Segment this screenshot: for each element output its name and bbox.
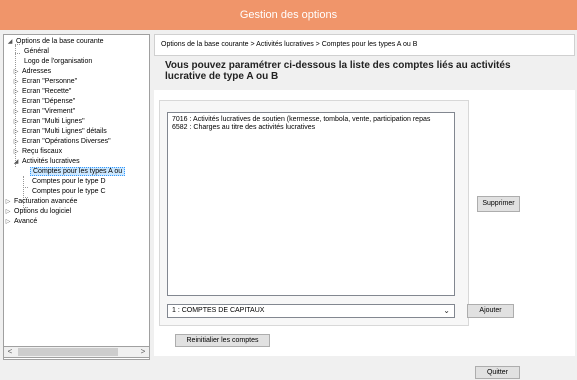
expand-icon[interactable]: ▷ bbox=[12, 78, 20, 87]
collapse-icon[interactable]: ◢ bbox=[6, 38, 14, 47]
scroll-thumb[interactable] bbox=[18, 348, 118, 356]
expand-icon[interactable]: ▷ bbox=[4, 208, 12, 217]
list-item[interactable]: 6582 : Charges au titre des activités lu… bbox=[168, 124, 454, 132]
tree-connector bbox=[15, 53, 20, 54]
tree-item-comptes-types-a-b[interactable]: Comptes pour les types A ou bbox=[30, 167, 126, 176]
quitter-button[interactable]: Quitter bbox=[475, 366, 520, 379]
expand-icon[interactable]: ▷ bbox=[12, 68, 20, 77]
tree-item-avance[interactable]: ▷ Avancé bbox=[4, 217, 39, 226]
account-select[interactable]: 1 : COMPTES DE CAPITAUX ⌄ bbox=[167, 304, 455, 318]
expand-icon[interactable]: ▷ bbox=[12, 98, 20, 107]
tree-item-activites-lucratives[interactable]: ◢ Activités lucratives bbox=[12, 157, 82, 166]
tree-item-recu-fiscaux[interactable]: ▷ Reçu fiscaux bbox=[12, 147, 64, 156]
title-bar: Gestion des options bbox=[0, 0, 577, 30]
tree-item-ecran-virement[interactable]: ▷ Ecran "Virement" bbox=[12, 107, 77, 116]
list-item[interactable]: 7016 : Activités lucratives de soutien (… bbox=[168, 116, 454, 124]
tree-item-options-base[interactable]: ◢ Options de la base courante bbox=[6, 37, 106, 46]
tree-item-ecran-operations-diverses[interactable]: ▷ Ecran "Opérations Diverses" bbox=[12, 137, 113, 146]
expand-icon[interactable]: ▷ bbox=[4, 218, 12, 227]
supprimer-button[interactable]: Supprimer bbox=[477, 196, 520, 212]
account-select-value: 1 : COMPTES DE CAPITAUX bbox=[172, 307, 265, 314]
ajouter-button[interactable]: Ajouter bbox=[467, 304, 514, 318]
scroll-right-arrow-icon[interactable]: > bbox=[137, 347, 149, 357]
tree-item-facturation-avancee[interactable]: ▷ Facturation avancée bbox=[4, 197, 79, 206]
reinitialiser-button[interactable]: Reinitialier les comptes bbox=[175, 334, 270, 347]
tree-connector bbox=[23, 187, 28, 188]
tree-item-ecran-depense[interactable]: ▷ Ecran "Dépense" bbox=[12, 97, 77, 106]
page-heading: Vous pouvez paramétrer ci-dessous la lis… bbox=[165, 60, 511, 82]
options-tree[interactable]: ◢ Options de la base courante Général Log… bbox=[3, 34, 150, 360]
expand-icon[interactable]: ▷ bbox=[12, 88, 20, 97]
tree-horizontal-scrollbar[interactable]: < > bbox=[3, 346, 150, 358]
expand-icon[interactable]: ▷ bbox=[4, 198, 12, 207]
accounts-list[interactable]: 7016 : Activités lucratives de soutien (… bbox=[167, 112, 455, 296]
collapse-icon[interactable]: ◢ bbox=[12, 158, 20, 167]
tree-item-adresses[interactable]: ▷ Adresses bbox=[12, 67, 53, 76]
tree-item-ecran-personne[interactable]: ▷ Ecran "Personne" bbox=[12, 77, 79, 86]
tree-item-logo[interactable]: Logo de l'organisation bbox=[22, 57, 94, 66]
expand-icon[interactable]: ▷ bbox=[12, 138, 20, 147]
breadcrumb: Options de la base courante > Activités … bbox=[154, 34, 575, 56]
tree-item-ecran-multi-lignes[interactable]: ▷ Ecran "Multi Lignes" bbox=[12, 117, 87, 126]
expand-icon[interactable]: ▷ bbox=[12, 108, 20, 117]
expand-icon[interactable]: ▷ bbox=[12, 128, 20, 137]
tree-item-options-logiciel[interactable]: ▷ Options du logiciel bbox=[4, 207, 73, 216]
window-title: Gestion des options bbox=[239, 9, 338, 21]
expand-icon[interactable]: ▷ bbox=[12, 148, 20, 157]
tree-item-comptes-type-d[interactable]: Comptes pour le type D bbox=[30, 177, 108, 186]
scroll-left-arrow-icon[interactable]: < bbox=[4, 347, 16, 357]
tree-item-general[interactable]: Général bbox=[22, 47, 51, 56]
tree-item-comptes-type-c[interactable]: Comptes pour le type C bbox=[30, 187, 108, 196]
expand-icon[interactable]: ▷ bbox=[12, 118, 20, 127]
tree-item-ecran-multi-lignes-details[interactable]: ▷ Ecran "Multi Lignes" détails bbox=[12, 127, 109, 136]
tree-item-ecran-recette[interactable]: ▷ Ecran "Recette" bbox=[12, 87, 73, 96]
chevron-down-icon: ⌄ bbox=[443, 306, 450, 315]
